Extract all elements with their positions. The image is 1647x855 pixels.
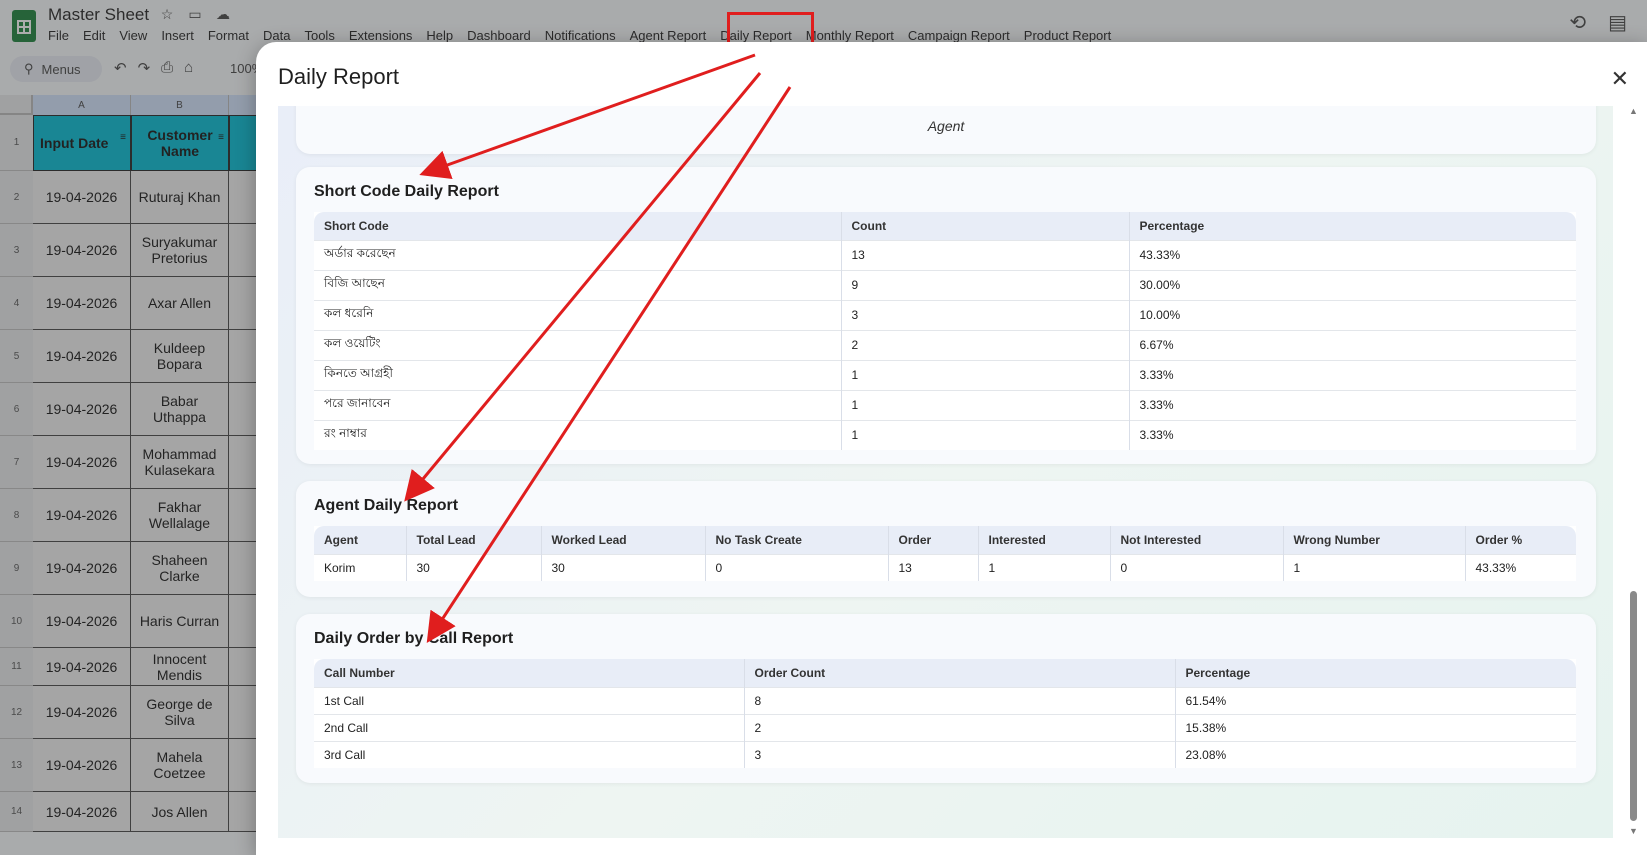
table-cell: 1: [1283, 553, 1466, 581]
table-row: কল ওয়েটিং 2 6.67%: [314, 329, 1576, 360]
table-cell: পরে জানাবেন: [314, 389, 842, 420]
dialog-scrollbar[interactable]: ▲ ▼: [1627, 106, 1639, 836]
table-row: অর্ডার করেছেন 13 43.33%: [314, 239, 1576, 270]
table-cell: 3rd Call: [314, 740, 745, 768]
table-cell: 2: [744, 713, 1176, 741]
table-cell: 3: [841, 299, 1130, 330]
column-header: Agent: [314, 526, 407, 554]
table-cell: 23.08%: [1175, 740, 1576, 768]
short-code-table: Short Code Count Percentage অর্ডার করেছেন 13…: [314, 212, 1576, 450]
table-body: 1st Call 8 61.54% 2nd Call 2 15.38% 3rd Call 3 2…: [314, 686, 1576, 768]
column-header: No Task Create: [705, 526, 889, 554]
table-cell: 1st Call: [314, 686, 745, 714]
table-cell: 43.33%: [1129, 239, 1576, 270]
column-header: Not Interested: [1110, 526, 1284, 554]
column-header: Order %: [1465, 526, 1576, 554]
table-row: 1st Call 8 61.54%: [314, 686, 1576, 714]
column-header: Interested: [978, 526, 1111, 554]
column-header: Percentage: [1175, 659, 1576, 687]
table-cell: অর্ডার করেছেন: [314, 239, 842, 270]
table-cell: 30: [406, 553, 542, 581]
table-cell: 3.33%: [1129, 359, 1576, 390]
column-header: Short Code: [314, 212, 842, 240]
table-cell: 1: [841, 389, 1130, 420]
agent-report-card: Agent Daily Report Agent Total Lead Worked…: [296, 481, 1596, 597]
table-cell: 0: [705, 553, 889, 581]
table-cell: 61.54%: [1175, 686, 1576, 714]
table-row: রং নাম্বার 1 3.33%: [314, 419, 1576, 450]
column-header: Call Number: [314, 659, 745, 687]
table-header-row: Call Number Order Count Percentage: [314, 659, 1576, 687]
table-cell: রং নাম্বার: [314, 419, 842, 450]
table-head: Agent Total Lead Worked Lead No Task Create…: [314, 526, 1576, 554]
agent-table: Agent Total Lead Worked Lead No Task Create…: [314, 526, 1576, 581]
table-head: Short Code Count Percentage: [314, 212, 1576, 240]
column-header: Order: [888, 526, 979, 554]
column-header: Wrong Number: [1283, 526, 1466, 554]
table-row: কল ধরেনি 3 10.00%: [314, 299, 1576, 330]
scroll-thumb[interactable]: [1630, 591, 1637, 821]
table-row: পরে জানাবেন 1 3.33%: [314, 389, 1576, 420]
close-icon[interactable]: ✕: [1611, 66, 1629, 92]
table-cell: 13: [888, 553, 979, 581]
agent-caption: Agent: [927, 118, 965, 134]
table-cell: বিজি আছেন: [314, 269, 842, 300]
column-header: Worked Lead: [541, 526, 706, 554]
table-cell: 1: [841, 419, 1130, 450]
table-cell: 43.33%: [1465, 553, 1576, 581]
table-body: Korim 30 30 0 13 1 0 1 43.33%: [314, 553, 1576, 581]
table-header-row: Agent Total Lead Worked Lead No Task Create…: [314, 526, 1576, 554]
table-cell: 2nd Call: [314, 713, 745, 741]
table-row: বিজি আছেন 9 30.00%: [314, 269, 1576, 300]
table-cell: 9: [841, 269, 1130, 300]
short-code-report-title: Short Code Daily Report: [314, 183, 499, 200]
table-cell: 2: [841, 329, 1130, 360]
table-row: Korim 30 30 0 13 1 0 1 43.33%: [314, 553, 1576, 581]
short-code-report-card: Short Code Daily Report Short Code Count P…: [296, 167, 1596, 464]
column-header: Count: [841, 212, 1130, 240]
call-report-card: Daily Order by Call Report Call Number Or…: [296, 614, 1596, 783]
agent-summary-card: Agent: [296, 106, 1596, 154]
table-cell: 3: [744, 740, 1176, 768]
dialog-content[interactable]: Agent Short Code Daily Report Short Code…: [278, 106, 1613, 838]
table-cell: 3.33%: [1129, 389, 1576, 420]
call-table: Call Number Order Count Percentage 1st Call…: [314, 659, 1576, 768]
column-header: Percentage: [1129, 212, 1576, 240]
table-cell: 8: [744, 686, 1176, 714]
table-cell: 6.67%: [1129, 329, 1576, 360]
daily-report-dialog: Daily Report ✕ Agent Short Code Daily Re…: [256, 42, 1647, 855]
call-report-title: Daily Order by Call Report: [314, 630, 514, 647]
scroll-down-arrow-icon[interactable]: ▼: [1629, 826, 1638, 836]
table-cell: Korim: [314, 553, 407, 581]
column-header: Order Count: [744, 659, 1176, 687]
table-cell: 13: [841, 239, 1130, 270]
table-cell: 10.00%: [1129, 299, 1576, 330]
table-row: 2nd Call 2 15.38%: [314, 713, 1576, 741]
table-header-row: Short Code Count Percentage: [314, 212, 1576, 240]
table-cell: 30.00%: [1129, 269, 1576, 300]
table-cell: 1: [978, 553, 1111, 581]
scroll-up-arrow-icon[interactable]: ▲: [1629, 106, 1638, 116]
table-row: 3rd Call 3 23.08%: [314, 740, 1576, 768]
table-cell: 0: [1110, 553, 1284, 581]
dialog-title: Daily Report: [278, 64, 400, 89]
table-cell: কল ধরেনি: [314, 299, 842, 330]
table-row: কিনতে আগ্রহী 1 3.33%: [314, 359, 1576, 390]
table-body: অর্ডার করেছেন 13 43.33% বিজি আছেন 9 30.00% কল …: [314, 239, 1576, 450]
table-cell: 3.33%: [1129, 419, 1576, 450]
agent-report-title: Agent Daily Report: [314, 497, 459, 514]
table-cell: কিনতে আগ্রহী: [314, 359, 842, 390]
column-header: Total Lead: [406, 526, 542, 554]
table-cell: 1: [841, 359, 1130, 390]
table-cell: কল ওয়েটিং: [314, 329, 842, 360]
table-cell: 15.38%: [1175, 713, 1576, 741]
table-cell: 30: [541, 553, 706, 581]
table-head: Call Number Order Count Percentage: [314, 659, 1576, 687]
